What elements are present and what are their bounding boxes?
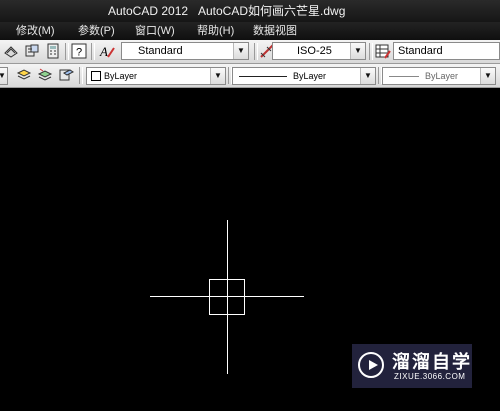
table-style-select[interactable]: Standard (393, 42, 500, 60)
menu-window[interactable]: 窗口(W) (133, 22, 177, 40)
linetype-preview (239, 76, 287, 77)
layer-previous-icon[interactable] (16, 67, 32, 83)
toolbar-separator (91, 43, 95, 60)
text-style-value: Standard (138, 45, 183, 57)
watermark-name: 溜溜自学 (392, 352, 472, 372)
menu-modify[interactable]: 修改(M) (14, 22, 57, 40)
color-value: ByLayer (104, 71, 138, 81)
toolbar-separator (369, 43, 373, 60)
pickbox-cursor (209, 279, 245, 315)
play-logo-icon (358, 352, 384, 378)
toolbar-separator (79, 67, 83, 84)
properties-icon[interactable] (3, 43, 19, 59)
chevron-down-icon: ▼ (233, 43, 248, 59)
watermark-url: ZIXUE.3066.COM (394, 372, 466, 381)
layer-states-icon[interactable] (37, 67, 53, 83)
chevron-down-icon: ▼ (350, 43, 365, 59)
color-swatch-icon (91, 71, 101, 81)
help-icon[interactable]: ? (71, 43, 87, 59)
match-properties-icon[interactable] (24, 43, 40, 59)
menu-data-view[interactable]: 数据视图 (251, 22, 299, 40)
dim-style-select[interactable]: ISO-25 ▼ (272, 42, 366, 60)
chevron-down-icon: ▼ (480, 68, 495, 84)
table-style-icon[interactable] (375, 43, 391, 59)
watermark: 溜溜自学 ZIXUE.3066.COM (352, 344, 472, 388)
text-style-select[interactable]: Standard ▼ (121, 42, 249, 60)
toolbar-separator (65, 43, 69, 60)
toolbar-separator (254, 43, 258, 60)
svg-text:A: A (99, 44, 108, 59)
title-bar: AutoCAD 2012 AutoCAD如何画六芒星.dwg (0, 0, 500, 22)
text-style-icon[interactable]: A (99, 43, 115, 59)
chevron-down-icon: ▼ (360, 68, 375, 84)
svg-text:?: ? (76, 47, 82, 59)
linetype-select[interactable]: ByLayer ▼ (232, 67, 376, 85)
properties-toolbar: ▼ ByLayer ▼ ByLayer ▼ ByLayer ▼ (0, 64, 500, 88)
table-style-value: Standard (398, 45, 443, 57)
chevron-down-icon: ▼ (210, 68, 225, 84)
layer-select-edge[interactable]: ▼ (0, 67, 8, 85)
menu-help[interactable]: 帮助(H) (195, 22, 236, 40)
styles-toolbar: ? A Standard ▼ ISO-25 ▼ Standard (0, 40, 500, 64)
document-title: AutoCAD如何画六芒星.dwg (198, 4, 346, 18)
color-select[interactable]: ByLayer ▼ (86, 67, 226, 85)
menu-parametric[interactable]: 参数(P) (76, 22, 117, 40)
calculator-icon[interactable] (45, 43, 61, 59)
lineweight-preview (389, 76, 419, 77)
dim-style-value: ISO-25 (297, 45, 332, 57)
linetype-value: ByLayer (293, 71, 327, 81)
app-title: AutoCAD 2012 (108, 4, 189, 18)
layer-isolate-icon[interactable] (58, 67, 74, 83)
chevron-down-icon: ▼ (0, 68, 7, 84)
lineweight-select[interactable]: ByLayer ▼ (382, 67, 496, 85)
menu-bar: 修改(M) 参数(P) 窗口(W) 帮助(H) 数据视图 (0, 22, 500, 40)
lineweight-value: ByLayer (425, 71, 459, 81)
